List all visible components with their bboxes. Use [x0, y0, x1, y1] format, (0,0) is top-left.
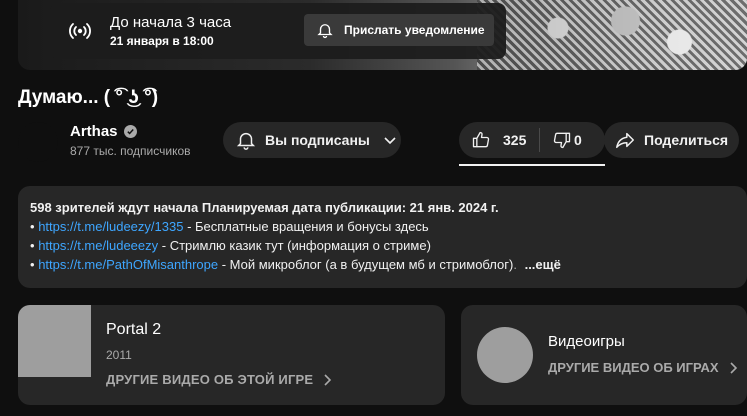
category-card[interactable]: Видеоигры ДРУГИЕ ВИДЕО ОБ ИГРАХ [461, 305, 747, 405]
description-line: • https://t.me/ludeezy/1335 - Бесплатные… [30, 217, 735, 236]
premiere-countdown: До начала 3 часа [110, 14, 232, 31]
thumbs-down-icon [553, 132, 571, 149]
share-label: Поделиться [644, 132, 729, 148]
game-thumbnail[interactable] [18, 305, 91, 377]
thumbs-up-icon [472, 131, 490, 148]
chevron-down-icon [384, 137, 396, 145]
bullet: • [30, 238, 35, 253]
subscribed-label: Вы подписаны [265, 132, 370, 148]
bell-icon [317, 24, 333, 39]
game-card[interactable]: Portal 2 2011 ДРУГИЕ ВИДЕО ОБ ЭТОЙ ИГРЕ [18, 305, 445, 405]
more-game-videos-label: ДРУГИЕ ВИДЕО ОБ ЭТОЙ ИГРЕ [106, 372, 314, 387]
channel-avatar[interactable] [18, 122, 58, 162]
verified-check-icon [123, 125, 137, 138]
category-avatar[interactable] [477, 327, 533, 383]
chevron-right-icon [324, 373, 332, 386]
like-underline [459, 164, 605, 166]
more-game-videos-link[interactable]: ДРУГИЕ ВИДЕО ОБ ЭТОЙ ИГРЕ [106, 372, 333, 387]
description-text: - Мой микроблог (а в будущем мб и стримо… [218, 257, 514, 272]
game-title[interactable]: Portal 2 [106, 321, 161, 339]
channel-name-row[interactable]: Arthas [70, 123, 137, 140]
premiere-date: 21 января в 18:00 [110, 34, 214, 48]
description-meta: 598 зрителей ждут начала Планируемая дат… [30, 200, 499, 215]
like-button[interactable]: 325 [459, 122, 539, 158]
video-player[interactable]: До начала 3 часа 21 января в 18:00 Присл… [18, 0, 747, 70]
more-category-videos-link[interactable]: ДРУГИЕ ВИДЕО ОБ ИГРАХ [548, 360, 739, 375]
channel-name[interactable]: Arthas [70, 123, 118, 140]
share-icon [616, 132, 634, 149]
like-dislike-group: 325 0 [459, 122, 605, 158]
premiere-banner: До начала 3 часа 21 января в 18:00 Присл… [50, 3, 506, 59]
description-line: • https://t.me/ludeeezy - Стримлю казик … [30, 236, 735, 255]
description-text: - Бесплатные вращения и бонусы здесь [183, 219, 429, 234]
notify-button[interactable]: Прислать уведомление [304, 14, 494, 46]
subscriber-count: 877 тыс. подписчиков [70, 144, 191, 158]
show-more-button[interactable]: ...ещё [525, 257, 561, 272]
dislike-count: 0 [574, 132, 582, 148]
description-text: - Стримлю казик тут (информация о стриме… [158, 238, 431, 253]
bell-icon [236, 132, 256, 150]
notify-button-label: Прислать уведомление [344, 23, 485, 37]
chevron-right-icon [730, 361, 737, 374]
description-link[interactable]: https://t.me/PathOfMisanthrope [38, 257, 218, 272]
description-box[interactable]: 598 зрителей ждут начала Планируемая дат… [18, 186, 747, 288]
bullet: • [30, 257, 35, 272]
more-category-videos-label: ДРУГИЕ ВИДЕО ОБ ИГРАХ [548, 360, 719, 375]
description-line: • https://t.me/PathOfMisanthrope - Мой м… [30, 255, 735, 274]
dislike-button[interactable]: 0 [540, 122, 582, 158]
subscribed-button[interactable]: Вы подписаны [223, 122, 401, 158]
description-link[interactable]: https://t.me/ludeezy/1335 [38, 219, 183, 234]
category-title[interactable]: Видеоигры [548, 333, 625, 350]
live-broadcast-icon [56, 3, 104, 59]
video-thumbnail-art [477, 0, 747, 70]
video-title: Думаю... ( ͡° ͜ʖ ͡°) [18, 87, 159, 108]
bullet: • [30, 219, 35, 234]
description-link[interactable]: https://t.me/ludeeezy [38, 238, 158, 253]
game-year: 2011 [106, 348, 132, 362]
share-button[interactable]: Поделиться [604, 122, 739, 158]
like-count: 325 [503, 132, 527, 148]
description-faded-text: . [513, 257, 517, 272]
